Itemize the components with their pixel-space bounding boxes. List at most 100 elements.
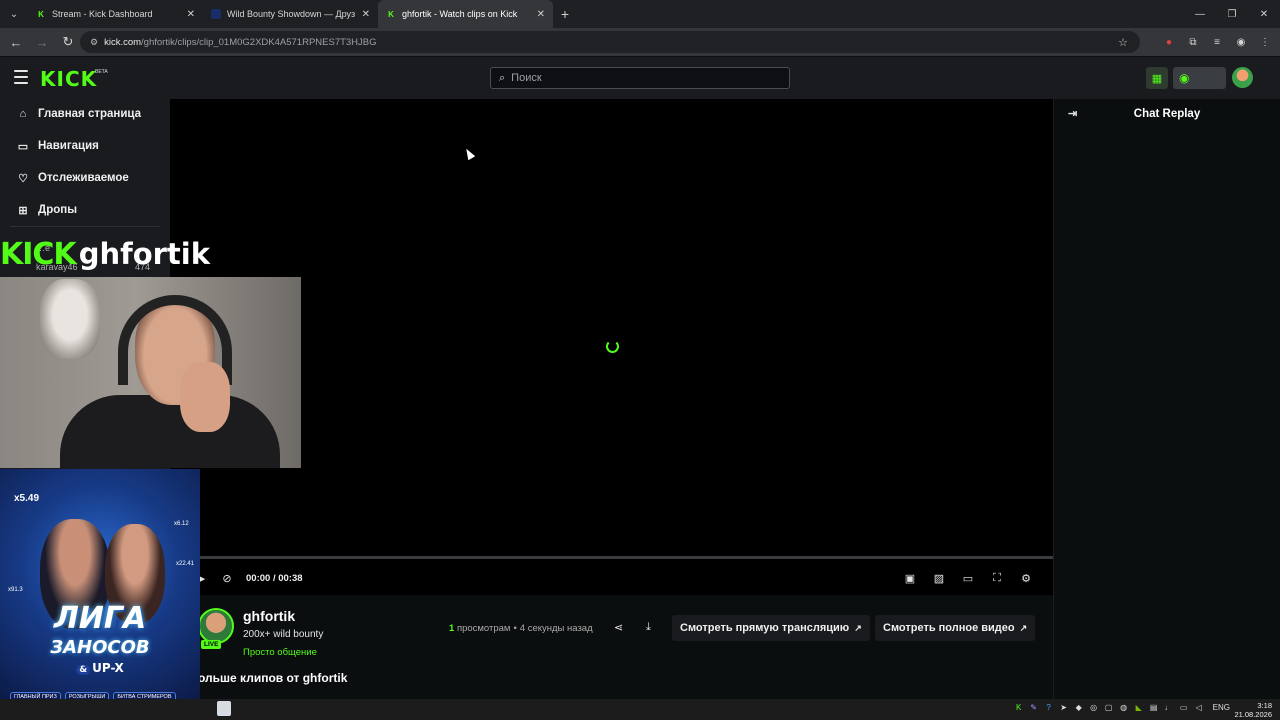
help-tray-icon[interactable]: ? bbox=[1044, 702, 1054, 712]
compass-icon: ▭ bbox=[17, 140, 29, 153]
browser-tab-bar: ⌄ K Stream - Kick Dashboard ✕ Wild Bount… bbox=[0, 0, 1280, 28]
kick-coins-button[interactable]: ◉ bbox=[1173, 67, 1226, 89]
site-info-icon[interactable]: ⚙ bbox=[90, 37, 98, 48]
monitor-tray-icon[interactable]: ▭ bbox=[1179, 702, 1189, 712]
search-box[interactable]: ⌕ bbox=[490, 67, 790, 89]
share-icon[interactable]: ⋖ bbox=[614, 621, 623, 634]
sidebar-item-drops[interactable]: ⊞ Дропы bbox=[16, 200, 77, 220]
pip-icon[interactable]: ▣ bbox=[901, 569, 919, 587]
sidebar-item-home[interactable]: ⌂ Главная страница bbox=[16, 104, 141, 124]
site-favicon-icon bbox=[211, 9, 221, 19]
hamburger-menu-icon[interactable] bbox=[14, 70, 28, 84]
system-tray: K ✎ ? ➤ ◆ ◎ ▢ ◍ ◣ ▤ ♩ ▭ ◁ ENG bbox=[1014, 702, 1230, 712]
tab-search-chevron-icon[interactable]: ⌄ bbox=[0, 0, 28, 28]
overlay-kick-logo: KICK bbox=[0, 236, 77, 272]
heart-icon: ♡ bbox=[18, 172, 28, 185]
discord-tray-icon[interactable]: ◆ bbox=[1074, 702, 1084, 712]
external-link-icon: ↗ bbox=[854, 622, 862, 633]
browser-tab-active[interactable]: K ghfortik - Watch clips on Kick ✕ bbox=[378, 0, 553, 28]
clip-info: LIVE ghfortik 200x+ wild bounty Просто о… bbox=[170, 598, 1053, 699]
address-bar[interactable]: ⚙ kick.com/ghfortik/clips/clip_01M0G2XDK… bbox=[80, 31, 1140, 53]
mouse-cursor-icon bbox=[462, 146, 476, 161]
video-player[interactable]: ▶ ⊘ 00:00 / 00:38 ▣ ▨ ▭ ⛶ ⚙ bbox=[170, 99, 1053, 595]
tab-close-icon[interactable]: ✕ bbox=[187, 9, 195, 20]
sidebar-item-browse[interactable]: ▭ Навигация bbox=[16, 136, 99, 156]
telegram-tray-icon[interactable]: ➤ bbox=[1059, 702, 1069, 712]
clip-title: 200x+ wild bounty bbox=[243, 629, 324, 640]
theater-mode-icon[interactable]: ▭ bbox=[959, 569, 977, 587]
url-path: /ghfortik/clips/clip_01M0G2XDK4A571RPNES… bbox=[141, 36, 377, 48]
webcam-person-hand bbox=[180, 362, 230, 432]
chrome-tray-icon[interactable]: ◍ bbox=[1119, 702, 1129, 712]
restore-icon[interactable]: ❐ bbox=[1216, 0, 1248, 28]
system-clock[interactable]: 3:18 21.08.2026 bbox=[1234, 701, 1272, 719]
tab-close-icon[interactable]: ✕ bbox=[537, 9, 545, 20]
dashboard-icon[interactable]: ▦ bbox=[1146, 67, 1168, 89]
quality-icon[interactable]: ▨ bbox=[930, 569, 948, 587]
watch-full-video-button[interactable]: Смотреть полное видео ↗ bbox=[875, 615, 1036, 641]
clip-category[interactable]: Просто общение bbox=[243, 647, 317, 658]
back-arrow-icon[interactable]: ← bbox=[4, 30, 28, 54]
kick-logo[interactable]: KICK bbox=[40, 67, 97, 91]
overlay-brand: KICK ghfortik bbox=[0, 236, 210, 272]
clock-date: 21.08.2026 bbox=[1234, 710, 1272, 719]
settings-icon[interactable]: ⚙ bbox=[1017, 569, 1035, 587]
live-badge: LIVE bbox=[201, 640, 222, 649]
kick-favicon-icon: K bbox=[38, 9, 44, 19]
sidebar-item-label: Главная страница bbox=[38, 108, 142, 120]
network-tray-icon[interactable]: ▤ bbox=[1149, 702, 1159, 712]
external-link-icon: ↗ bbox=[1019, 622, 1028, 633]
sidebar-divider bbox=[10, 226, 160, 227]
nvidia-tray-icon[interactable]: ◣ bbox=[1134, 702, 1144, 712]
download-icon[interactable]: ⤓ bbox=[646, 621, 651, 634]
browser-tab[interactable]: Wild Bounty Showdown — Друз ✕ bbox=[203, 0, 378, 28]
app-tray-icon[interactable]: ▢ bbox=[1104, 702, 1114, 712]
media-controls-icon[interactable]: ≡ bbox=[1210, 35, 1224, 49]
player-controls: ▶ ⊘ 00:00 / 00:38 ▣ ▨ ▭ ⛶ ⚙ bbox=[170, 561, 1053, 595]
promo-multiplier: x91.3 bbox=[8, 587, 23, 593]
volume-muted-icon[interactable]: ⊘ bbox=[218, 569, 236, 587]
new-tab-plus-icon[interactable]: + bbox=[553, 6, 577, 22]
promo-partner: & UP-X bbox=[0, 661, 200, 675]
clock-time: 3:18 bbox=[1257, 701, 1272, 710]
home-icon: ⌂ bbox=[19, 108, 27, 120]
kick-tray-icon[interactable]: K bbox=[1014, 702, 1024, 712]
channel-name[interactable]: ghfortik bbox=[243, 608, 295, 624]
channel-avatar[interactable] bbox=[198, 608, 234, 644]
puzzle-extensions-icon[interactable]: ⧉ bbox=[1186, 35, 1200, 49]
language-indicator[interactable]: ENG bbox=[1213, 703, 1230, 712]
browser-tab[interactable]: K Stream - Kick Dashboard ✕ bbox=[28, 0, 203, 28]
loading-spinner-icon bbox=[606, 340, 619, 353]
reload-icon[interactable]: ↻ bbox=[56, 30, 80, 54]
search-input[interactable] bbox=[511, 72, 772, 84]
promo-banner: x5.49 x6.12 x22.41 x91.3 ЛИГА ЗАНОСОВ & U… bbox=[0, 469, 200, 710]
taskbar-app-icon[interactable] bbox=[217, 701, 231, 716]
minimize-icon[interactable]: — bbox=[1184, 0, 1216, 28]
steam-tray-icon[interactable]: ◎ bbox=[1089, 702, 1099, 712]
extensions-area: ● ⧉ ≡ ◉ ⋮ bbox=[1162, 28, 1272, 56]
tab-close-icon[interactable]: ✕ bbox=[362, 9, 370, 20]
kebab-menu-icon[interactable]: ⋮ bbox=[1258, 35, 1272, 49]
search-icon: ⌕ bbox=[499, 71, 506, 84]
volume-tray-icon[interactable]: ◁ bbox=[1194, 702, 1204, 712]
forward-arrow-icon[interactable]: → bbox=[30, 30, 54, 54]
user-avatar[interactable] bbox=[1232, 67, 1253, 88]
tab-title: Wild Bounty Showdown — Друз bbox=[227, 9, 356, 19]
os-taskbar: K ✎ ? ➤ ◆ ◎ ▢ ◍ ◣ ▤ ♩ ▭ ◁ ENG 3:18 21.08… bbox=[0, 699, 1280, 720]
promo-subtitle: ЗАНОСОВ bbox=[50, 637, 150, 658]
profile-icon[interactable]: ◉ bbox=[1234, 35, 1248, 49]
sidebar-item-following[interactable]: ♡ Отслеживаемое bbox=[16, 168, 129, 188]
promo-multiplier: x6.12 bbox=[174, 521, 189, 527]
collapse-chat-icon[interactable]: ⇥ bbox=[1068, 107, 1077, 120]
window-controls: — ❐ ✕ bbox=[1184, 0, 1280, 28]
feather-tray-icon[interactable]: ✎ bbox=[1029, 702, 1039, 712]
watch-live-button[interactable]: Смотреть прямую трансляцию ↗ bbox=[672, 615, 870, 641]
progress-bar[interactable] bbox=[170, 556, 1053, 559]
extension-icon[interactable]: ● bbox=[1162, 35, 1176, 49]
webcam-person-body bbox=[60, 395, 280, 468]
promo-title: ЛИГА bbox=[53, 601, 147, 636]
fullscreen-icon[interactable]: ⛶ bbox=[988, 569, 1006, 587]
close-window-icon[interactable]: ✕ bbox=[1248, 0, 1280, 28]
bookmark-star-icon[interactable]: ☆ bbox=[1118, 36, 1128, 49]
mic-tray-icon[interactable]: ♩ bbox=[1164, 702, 1174, 712]
